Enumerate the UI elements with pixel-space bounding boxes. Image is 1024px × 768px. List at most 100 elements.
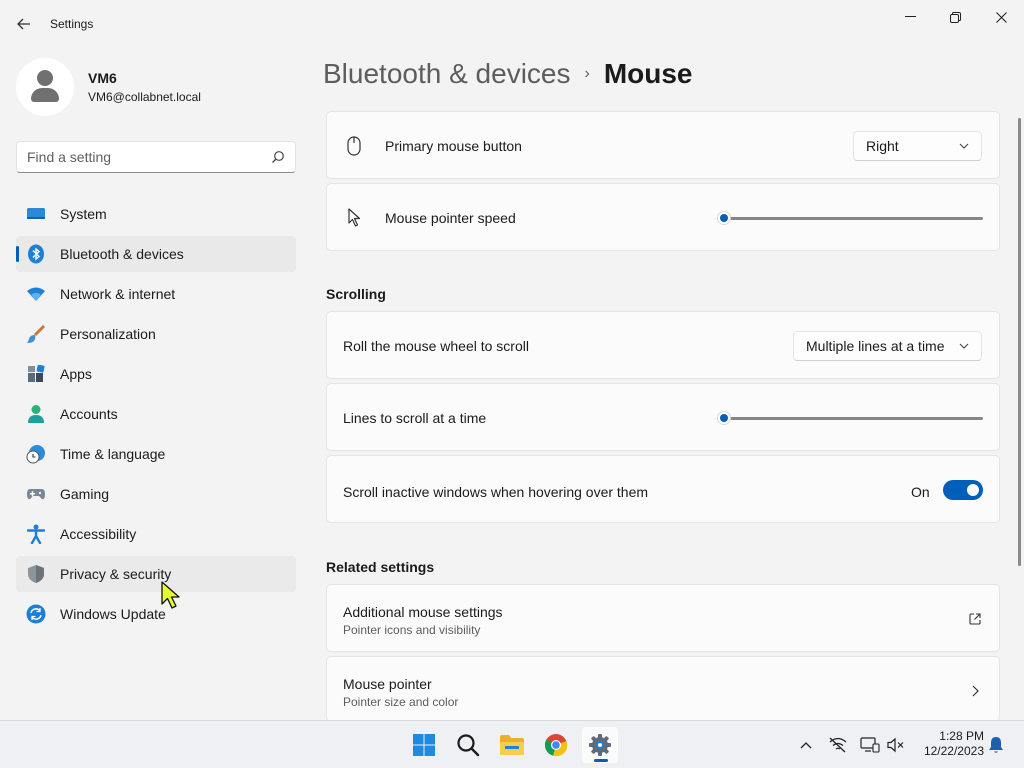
mouse-pointer-speed-card: Mouse pointer speed: [326, 183, 1000, 251]
taskbar: 1:28 PM 12/22/2023: [0, 720, 1024, 768]
sidebar-item-personalization[interactable]: Personalization: [16, 316, 296, 352]
primary-mouse-button-label: Primary mouse button: [385, 138, 522, 154]
scroll-inactive-toggle[interactable]: [943, 480, 983, 500]
sidebar-item-network[interactable]: Network & internet: [16, 276, 296, 312]
title-bar: Settings: [0, 0, 1024, 48]
app-title: Settings: [50, 17, 94, 31]
minimize-button[interactable]: [887, 4, 933, 30]
sidebar-item-bluetooth-devices[interactable]: Bluetooth & devices: [16, 236, 296, 272]
external-link-icon: [969, 613, 981, 625]
search-box[interactable]: [16, 141, 296, 173]
lines-to-scroll-slider[interactable]: [717, 408, 983, 428]
scrollbar[interactable]: [1018, 118, 1021, 566]
slider-track[interactable]: [717, 417, 983, 420]
sidebar-item-label: Personalization: [60, 326, 156, 342]
mouse-pointer-speed-label: Mouse pointer speed: [385, 210, 516, 226]
slider-thumb[interactable]: [717, 411, 731, 425]
profile-name: VM6: [88, 70, 117, 86]
mouse-pointer-card[interactable]: Mouse pointer Pointer size and color: [326, 656, 1000, 722]
sidebar-item-label: Gaming: [60, 486, 110, 502]
mouse-cursor-icon: [161, 581, 180, 609]
additional-mouse-settings-card[interactable]: Additional mouse settings Pointer icons …: [326, 584, 1000, 652]
sidebar-item-label: Accounts: [60, 406, 118, 422]
sidebar-item-gaming[interactable]: Gaming: [16, 476, 296, 512]
settings-taskbar-button[interactable]: [582, 727, 618, 763]
breadcrumb: Bluetooth & devices › Mouse: [323, 58, 693, 90]
apps-icon: [26, 364, 46, 384]
primary-mouse-button-card: Primary mouse button Right: [326, 111, 1000, 179]
brush-icon: [26, 324, 46, 344]
dropdown-value: Multiple lines at a time: [806, 338, 945, 354]
mouse-pointer-sub: Pointer size and color: [343, 695, 459, 709]
chevron-right-icon: [972, 685, 979, 697]
restore-button[interactable]: [932, 4, 978, 30]
close-button[interactable]: [978, 4, 1024, 30]
file-explorer-icon: [500, 735, 524, 755]
accounts-icon: [26, 404, 46, 424]
system-icon: [26, 204, 46, 224]
sidebar-item-label: Time & language: [60, 446, 166, 462]
scroll-inactive-label: Scroll inactive windows when hovering ov…: [343, 484, 649, 500]
search-input[interactable]: [17, 142, 257, 172]
sidebar-item-apps[interactable]: Apps: [16, 356, 296, 392]
back-arrow-icon[interactable]: [12, 12, 36, 36]
sidebar-item-time-language[interactable]: Time & language: [16, 436, 296, 472]
breadcrumb-parent[interactable]: Bluetooth & devices: [323, 58, 571, 90]
taskbar-search-button[interactable]: [450, 727, 486, 763]
toggle-state-label: On: [911, 484, 930, 500]
breadcrumb-separator: ›: [584, 65, 590, 82]
shield-icon: [26, 564, 46, 584]
user-profile[interactable]: VM6 VM6@collabnet.local: [16, 58, 201, 116]
start-button[interactable]: [406, 727, 442, 763]
slider-track[interactable]: [717, 217, 983, 220]
gamepad-icon: [26, 484, 46, 504]
time-language-icon: [26, 444, 46, 464]
sidebar-item-label: Windows Update: [60, 606, 166, 622]
roll-wheel-dropdown[interactable]: Multiple lines at a time: [793, 331, 982, 361]
lines-to-scroll-label: Lines to scroll at a time: [343, 410, 487, 426]
mouse-icon: [347, 136, 361, 156]
sidebar-item-label: Privacy & security: [60, 566, 172, 582]
lines-to-scroll-card: Lines to scroll at a time: [326, 383, 1000, 451]
network-offline-icon: [829, 737, 847, 753]
sidebar-item-label: Apps: [60, 366, 92, 382]
mouse-pointer-label: Mouse pointer: [343, 676, 432, 692]
related-settings-title: Related settings: [326, 559, 435, 575]
toggle-knob: [967, 484, 979, 496]
sidebar-item-privacy-security[interactable]: Privacy & security: [16, 556, 296, 592]
clock-date: 12/22/2023: [923, 744, 984, 758]
display-tray-button[interactable]: [860, 735, 880, 755]
accessibility-icon: [26, 524, 46, 544]
notifications-button[interactable]: [986, 735, 1006, 755]
slider-thumb[interactable]: [717, 211, 731, 225]
primary-mouse-button-dropdown[interactable]: Right: [853, 131, 982, 161]
settings-icon: [589, 734, 611, 756]
chevron-up-icon: [800, 742, 812, 749]
sidebar-item-accounts[interactable]: Accounts: [16, 396, 296, 432]
scrolling-section-title: Scrolling: [326, 286, 386, 302]
display-icon: [860, 737, 880, 753]
pointer-icon: [348, 208, 361, 227]
volume-tray-button[interactable]: [886, 735, 906, 755]
windows-update-icon: [26, 604, 46, 624]
chevron-down-icon: [959, 143, 969, 149]
search-icon: [457, 734, 480, 757]
wifi-icon: [26, 284, 46, 304]
start-icon: [413, 734, 435, 756]
roll-wheel-label: Roll the mouse wheel to scroll: [343, 338, 529, 354]
sidebar-item-label: Accessibility: [60, 526, 137, 542]
additional-mouse-settings-label: Additional mouse settings: [343, 604, 503, 620]
clock[interactable]: 1:28 PM 12/22/2023: [916, 729, 984, 759]
chrome-button[interactable]: [538, 727, 574, 763]
sidebar-item-windows-update[interactable]: Windows Update: [16, 596, 296, 632]
sidebar-item-accessibility[interactable]: Accessibility: [16, 516, 296, 552]
profile-email: VM6@collabnet.local: [88, 90, 201, 104]
page-title: Mouse: [603, 58, 693, 89]
network-tray-button[interactable]: [828, 735, 848, 755]
pointer-speed-slider[interactable]: [717, 208, 983, 228]
bluetooth-icon: [26, 244, 46, 264]
show-hidden-icons-button[interactable]: [796, 735, 816, 755]
file-explorer-button[interactable]: [494, 727, 530, 763]
sidebar-item-label: Network & internet: [60, 286, 176, 302]
sidebar-item-system[interactable]: System: [16, 196, 296, 232]
